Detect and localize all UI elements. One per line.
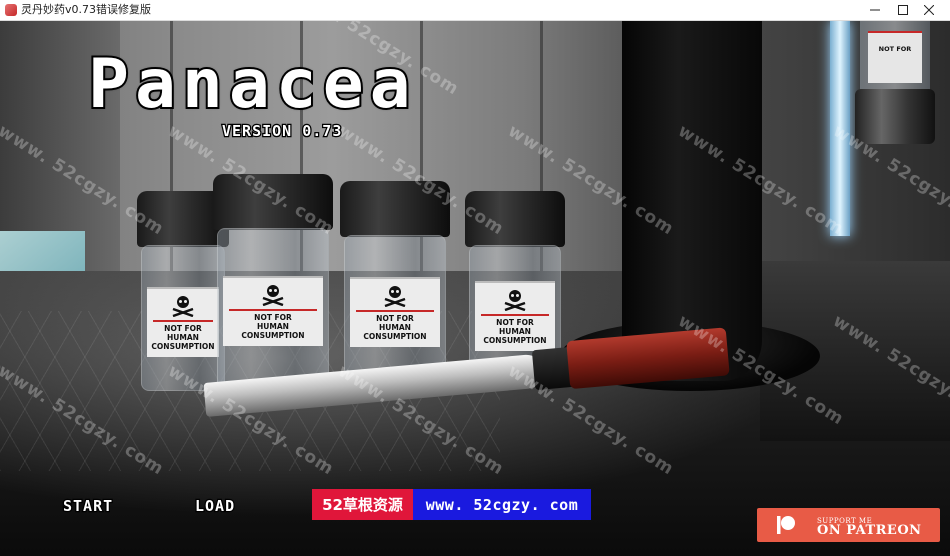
vial-label: NOT FOR HUMAN CONSUMPTION xyxy=(223,276,323,346)
load-button[interactable]: LOAD xyxy=(194,496,236,517)
game-title-screen: NOT FOR NOT FOR HUMAN CONSUMPTION NOT FOR H… xyxy=(0,21,950,556)
patreon-button[interactable]: SUPPORT ME ON PATREON xyxy=(757,508,940,542)
minimize-icon xyxy=(870,9,880,11)
vial-cap xyxy=(340,181,450,237)
vial-cap xyxy=(465,191,565,247)
window-titlebar: 灵丹妙药v0.73错误修复版 xyxy=(0,0,950,21)
game-version: VERSION 0.73 xyxy=(221,121,343,142)
background-light-tube xyxy=(830,21,850,236)
vial-cap xyxy=(213,174,333,230)
hanging-vial: NOT FOR xyxy=(855,21,935,144)
app-icon xyxy=(5,4,17,16)
skull-crossbones-icon xyxy=(384,286,406,307)
start-button[interactable]: START xyxy=(62,496,114,517)
close-button[interactable] xyxy=(906,0,950,20)
skull-crossbones-icon xyxy=(172,296,194,317)
vial-label: NOT FOR HUMAN CONSUMPTION xyxy=(147,287,219,357)
patreon-icon xyxy=(777,516,795,534)
watermark-banner-url: www. 52cgzy. com xyxy=(413,489,591,520)
vial-label: NOT FOR xyxy=(868,31,922,83)
vial-label: NOT FOR HUMAN CONSUMPTION xyxy=(350,277,440,347)
close-icon xyxy=(924,5,934,15)
skull-crossbones-icon xyxy=(504,290,526,311)
watermark-banner-label: 52草根资源 xyxy=(312,489,413,520)
patreon-big-text: ON PATREON xyxy=(817,523,922,538)
game-logo: Panacea xyxy=(86,45,417,124)
skull-crossbones-icon xyxy=(262,285,284,306)
window-title: 灵丹妙药v0.73错误修复版 xyxy=(21,3,152,16)
